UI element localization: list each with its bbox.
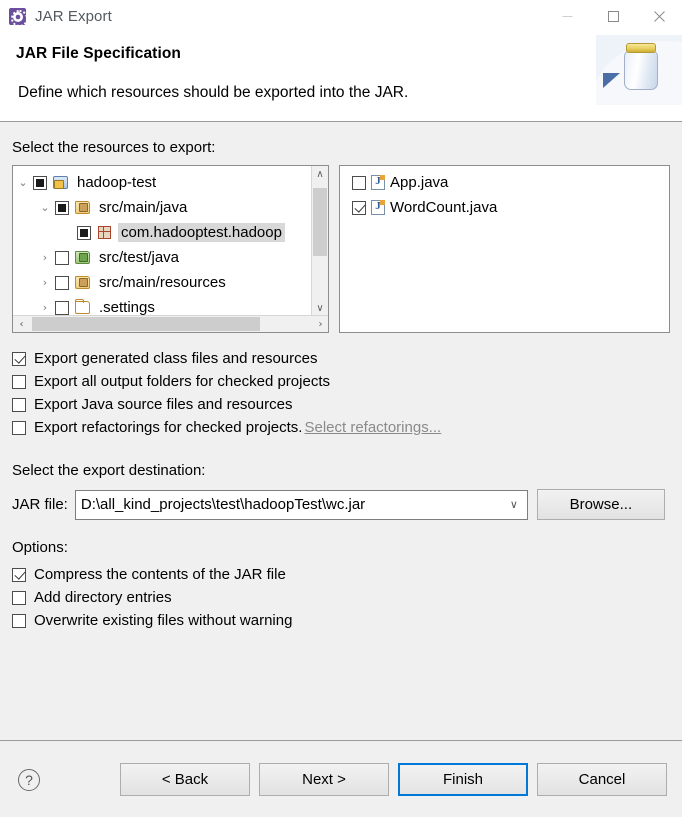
chevron-down-icon[interactable]: ∨ — [505, 498, 523, 511]
source-folder-icon — [74, 200, 92, 216]
export-option-checkbox[interactable] — [12, 397, 26, 412]
vertical-scroll-thumb[interactable] — [313, 188, 328, 256]
option-label: Add directory entries — [34, 589, 172, 606]
tree-item-checkbox[interactable] — [77, 225, 91, 240]
tree-item-label: src/main/resources — [99, 274, 226, 291]
jar-with-arrow-icon — [596, 35, 682, 105]
window-title: JAR Export — [35, 8, 112, 25]
export-options-group: Export generated class files and resourc… — [12, 347, 670, 439]
destination-label: Select the export destination: — [12, 462, 206, 479]
footer-bar: ? < Back Next > Finish Cancel — [0, 741, 682, 817]
resource-tree[interactable]: ⌄ hadoop-test ⌄ src/main/java com.hadooptest… — [12, 165, 330, 333]
resources-label: Select the resources to export: — [12, 139, 216, 156]
java-file-icon — [371, 200, 386, 215]
package-icon — [96, 225, 114, 241]
tree-item[interactable]: ⌄ hadoop-test — [13, 170, 313, 195]
export-option-checkbox[interactable] — [12, 351, 26, 366]
jar-file-label: JAR file: — [12, 496, 68, 513]
file-label: App.java — [390, 174, 449, 191]
option-checkbox[interactable] — [12, 590, 26, 605]
file-list[interactable]: App.java WordCount.java — [339, 165, 670, 333]
option-label: Overwrite existing files without warning — [34, 612, 293, 629]
tree-item-label: hadoop-test — [77, 174, 157, 191]
tree-item-checkbox[interactable] — [55, 300, 69, 315]
tree-item[interactable]: › src/test/java — [13, 245, 313, 270]
next-button[interactable]: Next > — [259, 763, 389, 796]
window-controls — [544, 0, 682, 33]
tree-item-label: com.hadooptest.hadoop — [118, 223, 285, 242]
export-option-label: Export Java source files and resources — [34, 396, 293, 413]
tree-twisty-icon[interactable]: › — [35, 276, 55, 289]
list-item[interactable]: WordCount.java — [345, 195, 669, 220]
close-button[interactable] — [636, 0, 682, 33]
tree-item-checkbox[interactable] — [55, 250, 69, 265]
tree-item-checkbox[interactable] — [55, 200, 69, 215]
horizontal-scroll-thumb[interactable] — [32, 317, 260, 331]
file-checkbox[interactable] — [352, 175, 367, 190]
java-file-icon — [371, 175, 386, 190]
tree-item[interactable]: › src/main/resources — [13, 270, 313, 295]
tree-twisty-icon[interactable]: ⌄ — [13, 176, 33, 189]
file-checkbox[interactable] — [352, 200, 367, 215]
scroll-left-icon[interactable]: ‹ — [13, 316, 30, 332]
test-source-folder-icon — [74, 250, 92, 266]
export-option-row[interactable]: Export Java source files and resources — [12, 393, 670, 416]
jar-file-input[interactable]: D:\all_kind_projects\test\hadoopTest\wc.… — [74, 489, 528, 520]
options-group: Compress the contents of the JAR file Add… — [12, 563, 670, 632]
cancel-button[interactable]: Cancel — [537, 763, 667, 796]
minimize-button[interactable] — [544, 0, 590, 33]
tree-horizontal-scrollbar[interactable]: ‹ › — [13, 315, 329, 332]
destination-row: JAR file: D:\all_kind_projects\test\hado… — [12, 489, 670, 520]
select-refactorings-link[interactable]: Select refactorings... — [304, 419, 441, 436]
option-checkbox[interactable] — [12, 613, 26, 628]
option-row[interactable]: Compress the contents of the JAR file — [12, 563, 670, 586]
scroll-up-icon[interactable]: ∧ — [312, 166, 328, 183]
finish-button[interactable]: Finish — [398, 763, 528, 796]
tree-item-label: src/main/java — [99, 199, 188, 216]
export-option-row[interactable]: Export all output folders for checked pr… — [12, 370, 670, 393]
tree-twisty-icon[interactable]: ⌄ — [35, 201, 55, 214]
wizard-body: Select the resources to export: ⌄ hadoop-… — [0, 139, 682, 632]
option-checkbox[interactable] — [12, 567, 26, 582]
page-title: JAR File Specification — [16, 45, 181, 62]
tree-item[interactable]: com.hadooptest.hadoop — [13, 220, 313, 245]
wizard-buttons: < Back Next > Finish Cancel — [120, 763, 667, 796]
wizard-header: JAR File Specification Define which reso… — [0, 33, 682, 122]
tree-twisty-icon[interactable]: › — [35, 301, 55, 314]
scroll-right-icon[interactable]: › — [312, 316, 328, 332]
tree-item-label: src/test/java — [99, 249, 180, 266]
export-option-label: Export refactorings for checked projects… — [34, 419, 303, 436]
source-folder-icon — [74, 275, 92, 291]
project-folder-icon — [52, 175, 70, 191]
jar-file-value: D:\all_kind_projects\test\hadoopTest\wc.… — [80, 496, 366, 513]
export-option-label: Export all output folders for checked pr… — [34, 373, 330, 390]
title-bar: JAR Export — [0, 0, 682, 33]
export-option-checkbox[interactable] — [12, 374, 26, 389]
tree-item[interactable]: ⌄ src/main/java — [13, 195, 313, 220]
export-option-label: Export generated class files and resourc… — [34, 350, 318, 367]
plain-folder-icon — [74, 298, 92, 316]
page-description: Define which resources should be exporte… — [18, 84, 409, 101]
list-item[interactable]: App.java — [345, 170, 669, 195]
option-row[interactable]: Overwrite existing files without warning — [12, 609, 670, 632]
tree-item-checkbox[interactable] — [55, 275, 69, 290]
file-label: WordCount.java — [390, 199, 498, 216]
export-option-row[interactable]: Export refactorings for checked projects… — [12, 416, 670, 439]
options-label: Options: — [12, 539, 68, 556]
export-option-row[interactable]: Export generated class files and resourc… — [12, 347, 670, 370]
export-option-checkbox[interactable] — [12, 420, 26, 435]
tree-twisty-icon[interactable]: › — [35, 251, 55, 264]
tree-item-checkbox[interactable] — [33, 175, 47, 190]
resource-selection-panes: ⌄ hadoop-test ⌄ src/main/java com.hadooptest… — [12, 165, 670, 333]
browse-button[interactable]: Browse... — [536, 489, 665, 520]
help-icon[interactable]: ? — [18, 769, 40, 791]
option-row[interactable]: Add directory entries — [12, 586, 670, 609]
tree-vertical-scrollbar[interactable]: ∧ ∨ — [311, 166, 329, 317]
back-button[interactable]: < Back — [120, 763, 250, 796]
option-label: Compress the contents of the JAR file — [34, 566, 286, 583]
gear-icon — [9, 8, 28, 27]
maximize-button[interactable] — [590, 0, 636, 33]
